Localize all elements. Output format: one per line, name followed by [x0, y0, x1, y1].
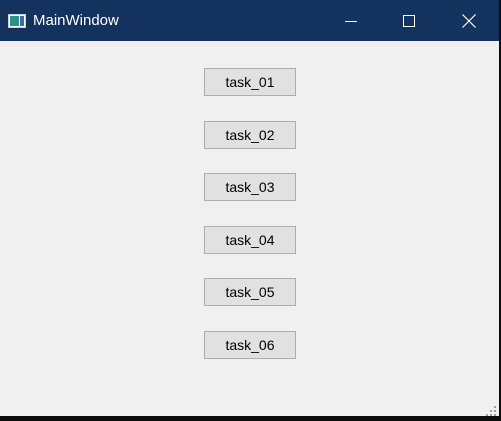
task-06-button[interactable]: task_06: [204, 331, 296, 359]
task-04-button[interactable]: task_04: [204, 226, 296, 254]
maximize-icon: [403, 14, 415, 27]
title-bar[interactable]: MainWindow: [0, 0, 499, 41]
minimize-button[interactable]: [322, 0, 380, 41]
maximize-button[interactable]: [380, 0, 438, 41]
task-03-button[interactable]: task_03: [204, 173, 296, 201]
app-window-icon: [8, 14, 26, 28]
window-title: MainWindow: [33, 12, 119, 29]
main-window: MainWindow task_01 task_02 task_03 task_…: [0, 0, 499, 416]
client-area: task_01 task_02 task_03 task_04 task_05 …: [0, 41, 499, 416]
minimize-icon: [345, 20, 357, 22]
task-05-button[interactable]: task_05: [204, 278, 296, 306]
resize-grip-icon[interactable]: [486, 403, 496, 416]
task-02-button[interactable]: task_02: [204, 121, 296, 149]
task-01-button[interactable]: task_01: [204, 68, 296, 96]
close-button[interactable]: [440, 0, 498, 41]
close-icon: [462, 13, 476, 28]
